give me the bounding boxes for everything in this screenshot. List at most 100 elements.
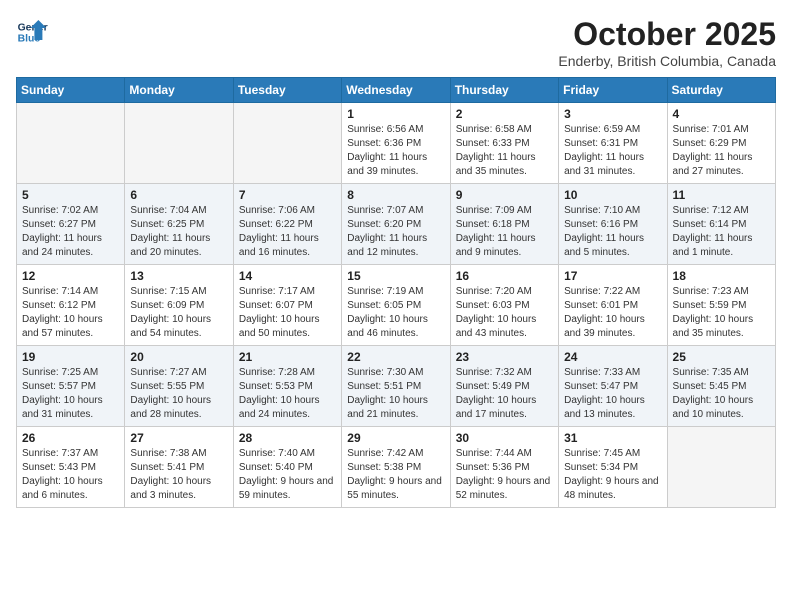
day-info: Sunrise: 7:15 AM Sunset: 6:09 PM Dayligh… [130,285,227,341]
day-info: Sunrise: 7:07 AM Sunset: 6:20 PM Dayligh… [347,204,444,260]
day-number: 11 [673,188,770,202]
calendar-cell: 23 Sunrise: 7:32 AM Sunset: 5:49 PM Dayli… [450,346,558,427]
location: Enderby, British Columbia, Canada [558,53,776,69]
weekday-header-sunday: Sunday [17,78,125,103]
day-number: 14 [239,269,336,283]
day-number: 7 [239,188,336,202]
calendar-cell: 8 Sunrise: 7:07 AM Sunset: 6:20 PM Daylig… [342,184,450,265]
calendar-cell: 9 Sunrise: 7:09 AM Sunset: 6:18 PM Daylig… [450,184,558,265]
day-number: 8 [347,188,444,202]
calendar-cell: 18 Sunrise: 7:23 AM Sunset: 5:59 PM Dayli… [667,265,775,346]
calendar-cell: 17 Sunrise: 7:22 AM Sunset: 6:01 PM Dayli… [559,265,667,346]
day-number: 27 [130,431,227,445]
calendar-week-row: 12 Sunrise: 7:14 AM Sunset: 6:12 PM Dayli… [17,265,776,346]
day-info: Sunrise: 7:30 AM Sunset: 5:51 PM Dayligh… [347,366,444,422]
calendar-cell: 10Sunrise: 7:10 AM Sunset: 6:16 PM Dayli… [559,184,667,265]
day-number: 21 [239,350,336,364]
day-info: Sunrise: 7:17 AM Sunset: 6:07 PM Dayligh… [239,285,336,341]
calendar-cell: 15Sunrise: 7:19 AM Sunset: 6:05 PM Dayli… [342,265,450,346]
day-info: Sunrise: 7:12 AM Sunset: 6:14 PM Dayligh… [673,204,770,260]
calendar-cell: 4Sunrise: 7:01 AM Sunset: 6:29 PM Daylig… [667,103,775,184]
weekday-header-saturday: Saturday [667,78,775,103]
calendar-cell: 14 Sunrise: 7:17 AM Sunset: 6:07 PM Dayli… [233,265,341,346]
day-info: Sunrise: 7:32 AM Sunset: 5:49 PM Dayligh… [456,366,553,422]
calendar-cell: 6 Sunrise: 7:04 AM Sunset: 6:25 PM Daylig… [125,184,233,265]
day-info: Sunrise: 7:20 AM Sunset: 6:03 PM Dayligh… [456,285,553,341]
day-number: 17 [564,269,661,283]
month-title: October 2025 [558,16,776,53]
day-number: 3 [564,107,661,121]
day-number: 16 [456,269,553,283]
calendar-cell: 3 Sunrise: 6:59 AM Sunset: 6:31 PM Daylig… [559,103,667,184]
day-info: Sunrise: 7:25 AM Sunset: 5:57 PM Dayligh… [22,366,119,422]
title-block: October 2025 Enderby, British Columbia, … [558,16,776,69]
day-info: Sunrise: 7:45 AM Sunset: 5:34 PM Dayligh… [564,447,661,503]
page-header: General Blue October 2025 Enderby, Briti… [16,16,776,69]
calendar-cell: 13 Sunrise: 7:15 AM Sunset: 6:09 PM Dayli… [125,265,233,346]
day-number: 24 [564,350,661,364]
day-number: 19 [22,350,119,364]
calendar-week-row: 5 Sunrise: 7:02 AM Sunset: 6:27 PM Daylig… [17,184,776,265]
day-info: Sunrise: 7:40 AM Sunset: 5:40 PM Dayligh… [239,447,336,503]
day-number: 26 [22,431,119,445]
day-info: Sunrise: 6:58 AM Sunset: 6:33 PM Dayligh… [456,123,553,179]
day-info: Sunrise: 7:19 AM Sunset: 6:05 PM Dayligh… [347,285,444,341]
day-info: Sunrise: 7:35 AM Sunset: 5:45 PM Dayligh… [673,366,770,422]
calendar-cell: 28 Sunrise: 7:40 AM Sunset: 5:40 PM Dayli… [233,427,341,508]
day-number: 25 [673,350,770,364]
calendar-cell: 29Sunrise: 7:42 AM Sunset: 5:38 PM Dayli… [342,427,450,508]
day-info: Sunrise: 7:04 AM Sunset: 6:25 PM Dayligh… [130,204,227,260]
day-number: 31 [564,431,661,445]
calendar-cell: 27Sunrise: 7:38 AM Sunset: 5:41 PM Dayli… [125,427,233,508]
day-info: Sunrise: 7:14 AM Sunset: 6:12 PM Dayligh… [22,285,119,341]
calendar-cell [125,103,233,184]
day-number: 9 [456,188,553,202]
weekday-header-row: SundayMondayTuesdayWednesdayThursdayFrid… [17,78,776,103]
day-number: 12 [22,269,119,283]
day-info: Sunrise: 7:06 AM Sunset: 6:22 PM Dayligh… [239,204,336,260]
day-info: Sunrise: 7:01 AM Sunset: 6:29 PM Dayligh… [673,123,770,179]
day-info: Sunrise: 7:23 AM Sunset: 5:59 PM Dayligh… [673,285,770,341]
calendar-cell: 26 Sunrise: 7:37 AM Sunset: 5:43 PM Dayli… [17,427,125,508]
calendar-cell [17,103,125,184]
calendar-cell: 20Sunrise: 7:27 AM Sunset: 5:55 PM Dayli… [125,346,233,427]
weekday-header-tuesday: Tuesday [233,78,341,103]
day-number: 18 [673,269,770,283]
calendar-cell: 19 Sunrise: 7:25 AM Sunset: 5:57 PM Dayli… [17,346,125,427]
calendar-cell: 1Sunrise: 6:56 AM Sunset: 6:36 PM Daylig… [342,103,450,184]
day-number: 6 [130,188,227,202]
day-number: 29 [347,431,444,445]
calendar-cell [233,103,341,184]
calendar-table: SundayMondayTuesdayWednesdayThursdayFrid… [16,77,776,508]
calendar-cell: 25 Sunrise: 7:35 AM Sunset: 5:45 PM Dayli… [667,346,775,427]
day-info: Sunrise: 7:27 AM Sunset: 5:55 PM Dayligh… [130,366,227,422]
calendar-cell [667,427,775,508]
logo: General Blue [16,16,48,48]
day-info: Sunrise: 7:33 AM Sunset: 5:47 PM Dayligh… [564,366,661,422]
day-number: 23 [456,350,553,364]
calendar-cell: 24 Sunrise: 7:33 AM Sunset: 5:47 PM Dayli… [559,346,667,427]
day-info: Sunrise: 6:59 AM Sunset: 6:31 PM Dayligh… [564,123,661,179]
day-info: Sunrise: 7:09 AM Sunset: 6:18 PM Dayligh… [456,204,553,260]
day-info: Sunrise: 7:02 AM Sunset: 6:27 PM Dayligh… [22,204,119,260]
weekday-header-thursday: Thursday [450,78,558,103]
day-number: 22 [347,350,444,364]
day-info: Sunrise: 7:22 AM Sunset: 6:01 PM Dayligh… [564,285,661,341]
day-info: Sunrise: 7:44 AM Sunset: 5:36 PM Dayligh… [456,447,553,503]
calendar-cell: 7 Sunrise: 7:06 AM Sunset: 6:22 PM Daylig… [233,184,341,265]
weekday-header-monday: Monday [125,78,233,103]
weekday-header-friday: Friday [559,78,667,103]
calendar-week-row: 1Sunrise: 6:56 AM Sunset: 6:36 PM Daylig… [17,103,776,184]
day-number: 28 [239,431,336,445]
calendar-cell: 31 Sunrise: 7:45 AM Sunset: 5:34 PM Dayli… [559,427,667,508]
calendar-cell: 12 Sunrise: 7:14 AM Sunset: 6:12 PM Dayli… [17,265,125,346]
calendar-cell: 22 Sunrise: 7:30 AM Sunset: 5:51 PM Dayli… [342,346,450,427]
day-number: 5 [22,188,119,202]
calendar-week-row: 19 Sunrise: 7:25 AM Sunset: 5:57 PM Dayli… [17,346,776,427]
day-info: Sunrise: 7:37 AM Sunset: 5:43 PM Dayligh… [22,447,119,503]
day-number: 30 [456,431,553,445]
day-number: 13 [130,269,227,283]
day-number: 1 [347,107,444,121]
day-number: 10 [564,188,661,202]
calendar-cell: 5 Sunrise: 7:02 AM Sunset: 6:27 PM Daylig… [17,184,125,265]
